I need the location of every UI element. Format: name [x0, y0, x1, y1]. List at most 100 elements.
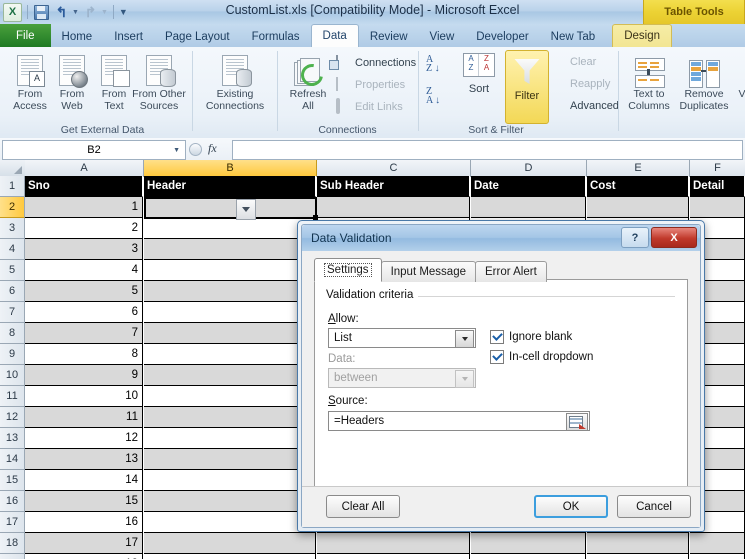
row-header-1[interactable]: 1 [0, 176, 25, 197]
cell-e18[interactable] [587, 533, 689, 554]
cell-b12[interactable] [144, 407, 316, 428]
allow-select[interactable]: List [328, 328, 476, 348]
name-box[interactable]: B2 ▼ [2, 140, 186, 160]
cell-b9[interactable] [144, 344, 316, 365]
cell-a13[interactable]: 12 [25, 428, 143, 449]
formula-bar-expand[interactable] [186, 140, 204, 158]
tab-view[interactable]: View [419, 26, 466, 47]
row-header-15[interactable]: 15 [0, 470, 25, 491]
column-header-b[interactable]: B [144, 160, 317, 176]
cell-a17[interactable]: 16 [25, 512, 143, 533]
cell-a8[interactable]: 7 [25, 323, 143, 344]
in-cell-dropdown-button[interactable] [236, 199, 256, 220]
clear-all-button[interactable]: Clear All [326, 495, 400, 518]
cell-f1[interactable]: Detail [690, 176, 745, 197]
cancel-button[interactable]: Cancel [617, 495, 691, 518]
cell-d1[interactable]: Date [471, 176, 586, 197]
source-input[interactable]: =Headers [328, 411, 590, 431]
cell-b13[interactable] [144, 428, 316, 449]
row-header-14[interactable]: 14 [0, 449, 25, 470]
row-header-2[interactable]: 2 [0, 197, 25, 218]
cell-a10[interactable]: 9 [25, 365, 143, 386]
row-header-11[interactable]: 11 [0, 386, 25, 407]
sort-button[interactable]: AZ ZA Sort [457, 53, 501, 95]
cell-b18[interactable] [144, 533, 316, 554]
cell-b16[interactable] [144, 491, 316, 512]
cell-e2[interactable] [587, 197, 689, 218]
row-header-8[interactable]: 8 [0, 323, 25, 344]
cell-e19[interactable] [587, 554, 689, 559]
tab-file[interactable]: File [0, 24, 51, 47]
cell-a3[interactable]: 2 [25, 218, 143, 239]
remove-duplicates-button[interactable]: Remove Duplicates [673, 52, 735, 120]
from-other-sources-button[interactable]: From Other Sources [128, 52, 190, 120]
cell-a5[interactable]: 4 [25, 260, 143, 281]
ignore-blank-checkbox[interactable]: Ignore blank [490, 330, 572, 344]
ok-button[interactable]: OK [534, 495, 608, 518]
close-button[interactable]: X [651, 227, 697, 248]
row-header-6[interactable]: 6 [0, 281, 25, 302]
tab-error-alert[interactable]: Error Alert [475, 261, 547, 282]
select-all-corner[interactable] [0, 160, 26, 176]
data-validation-button[interactable]: V [733, 52, 745, 120]
name-box-dropdown-icon[interactable]: ▼ [173, 147, 180, 154]
in-cell-dropdown-checkbox[interactable]: In-cell dropdown [490, 350, 593, 364]
cell-f19[interactable] [690, 554, 745, 559]
tab-design[interactable]: Design [612, 24, 673, 47]
cell-c18[interactable] [317, 533, 470, 554]
insert-function-icon[interactable]: fx [208, 141, 217, 156]
refresh-all-button[interactable]: Refresh All [282, 52, 334, 120]
cell-b17[interactable] [144, 512, 316, 533]
cell-a11[interactable]: 10 [25, 386, 143, 407]
row-header-7[interactable]: 7 [0, 302, 25, 323]
cell-b3[interactable] [144, 218, 316, 239]
tab-formulas[interactable]: Formulas [241, 26, 311, 47]
text-to-columns-button[interactable]: Text to Columns [623, 52, 675, 120]
column-header-d[interactable]: D [471, 160, 587, 176]
column-header-f[interactable]: F [690, 160, 745, 176]
tab-home[interactable]: Home [51, 26, 104, 47]
cell-b5[interactable] [144, 260, 316, 281]
row-header-16[interactable]: 16 [0, 491, 25, 512]
cell-c1[interactable]: Sub Header [317, 176, 470, 197]
sort-ascending-button[interactable]: AZ ↓ [426, 55, 440, 74]
row-header-17[interactable]: 17 [0, 512, 25, 533]
cell-b14[interactable] [144, 449, 316, 470]
cell-f2[interactable] [690, 197, 745, 218]
row-header-5[interactable]: 5 [0, 260, 25, 281]
tab-review[interactable]: Review [359, 26, 419, 47]
filter-button[interactable]: Filter [505, 50, 549, 124]
cell-f18[interactable] [690, 533, 745, 554]
tab-input-message[interactable]: Input Message [380, 261, 476, 282]
tab-new-tab[interactable]: New Tab [540, 26, 607, 47]
range-selector-icon[interactable] [566, 413, 588, 431]
cell-a4[interactable]: 3 [25, 239, 143, 260]
cell-b8[interactable] [144, 323, 316, 344]
cell-b19[interactable] [144, 554, 316, 559]
advanced-filter-button[interactable]: Advanced [551, 97, 619, 115]
cell-b10[interactable] [144, 365, 316, 386]
cell-d18[interactable] [471, 533, 586, 554]
row-header-9[interactable]: 9 [0, 344, 25, 365]
cell-a6[interactable]: 5 [25, 281, 143, 302]
row-header-13[interactable]: 13 [0, 428, 25, 449]
column-header-a[interactable]: A [25, 160, 144, 176]
cell-b4[interactable] [144, 239, 316, 260]
tab-developer[interactable]: Developer [465, 26, 539, 47]
tab-insert[interactable]: Insert [103, 26, 154, 47]
cell-c19[interactable] [317, 554, 470, 559]
cell-a9[interactable]: 8 [25, 344, 143, 365]
active-cell-b2[interactable] [144, 197, 318, 220]
cell-b7[interactable] [144, 302, 316, 323]
allow-dropdown-icon[interactable] [455, 330, 474, 348]
sort-descending-button[interactable]: ZA ↓ [426, 87, 440, 106]
cell-d19[interactable] [471, 554, 586, 559]
cell-e1[interactable]: Cost [587, 176, 689, 197]
tab-settings[interactable]: Settings [314, 258, 382, 282]
row-header-10[interactable]: 10 [0, 365, 25, 386]
column-header-e[interactable]: E [587, 160, 690, 176]
cell-b15[interactable] [144, 470, 316, 491]
tab-data[interactable]: Data [310, 24, 359, 47]
tab-page-layout[interactable]: Page Layout [154, 26, 241, 47]
row-header-4[interactable]: 4 [0, 239, 25, 260]
